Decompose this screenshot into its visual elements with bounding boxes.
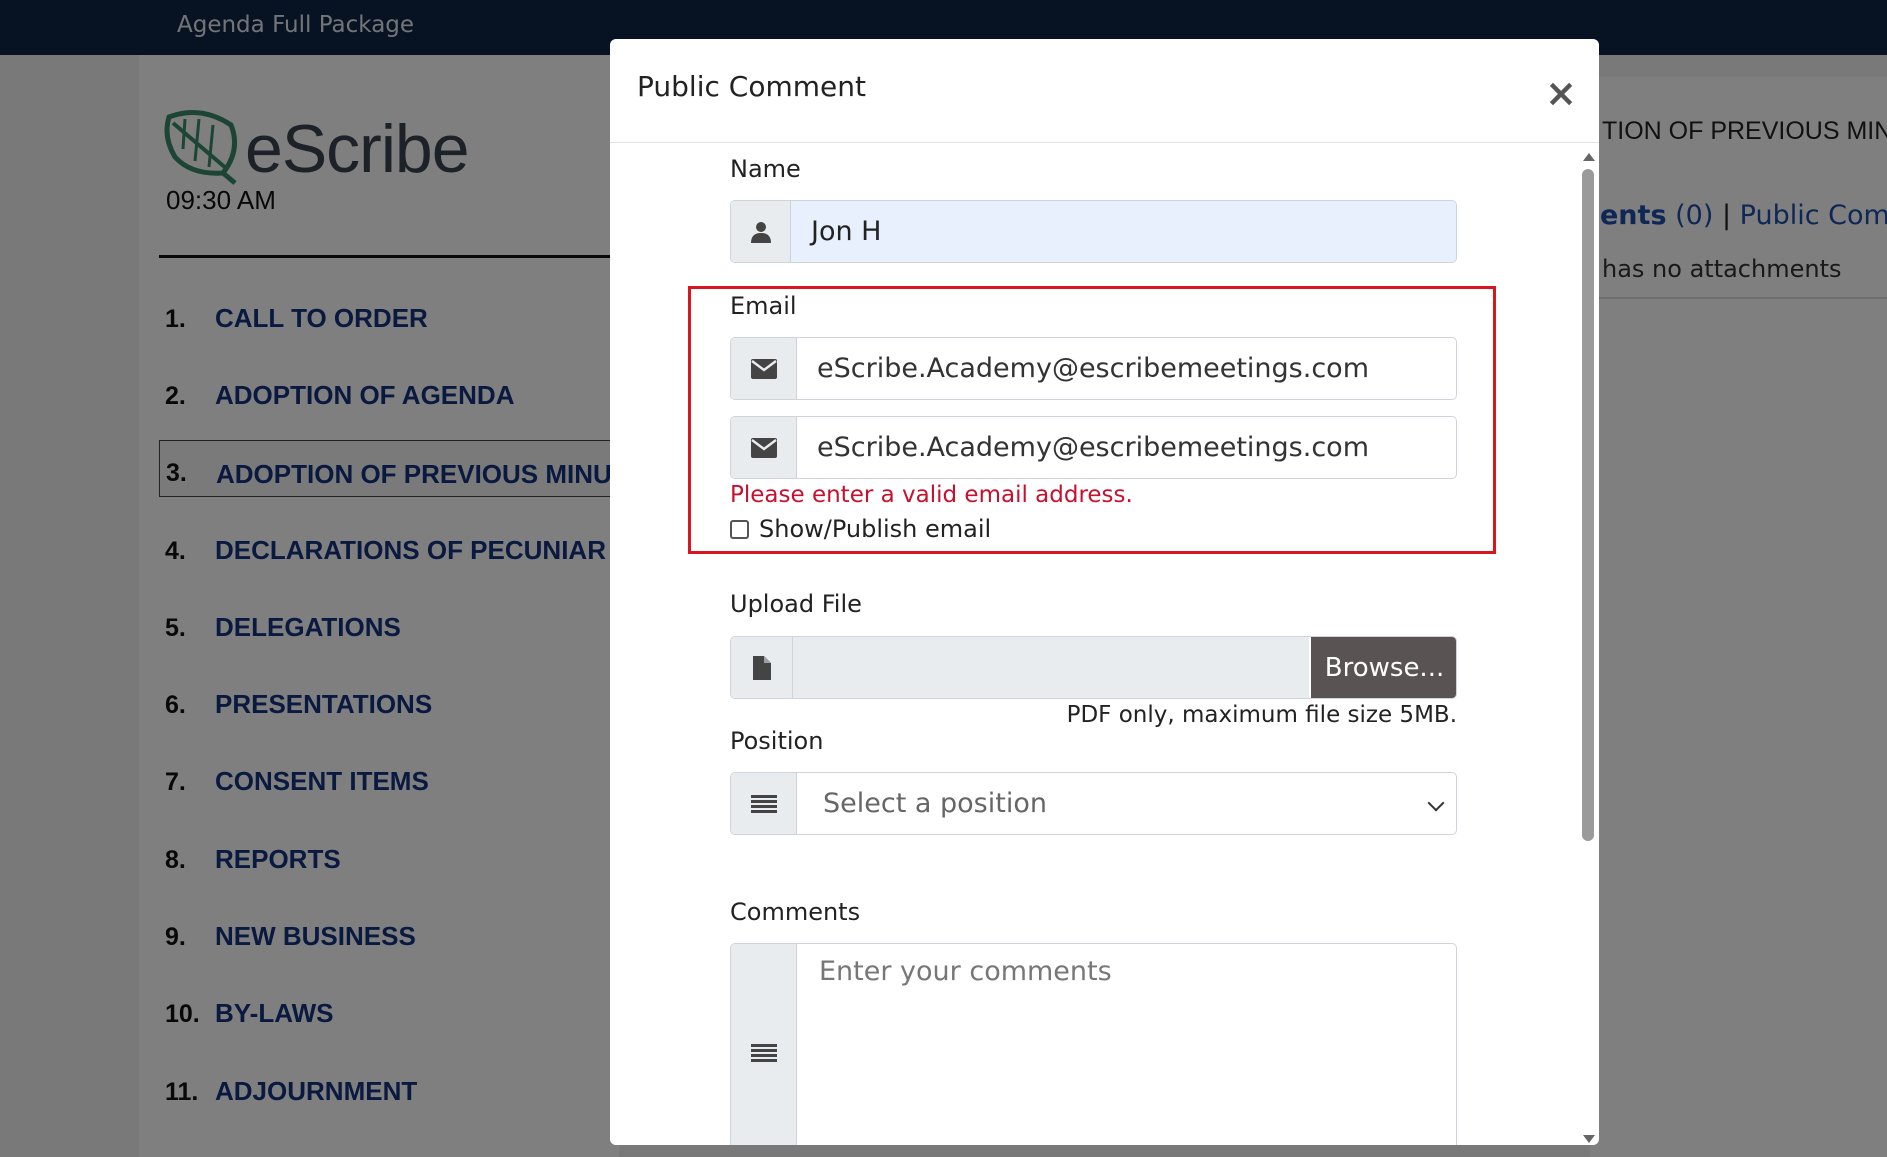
comments-textarea[interactable]: Enter your comments [819, 956, 1112, 987]
envelope-icon [731, 417, 797, 478]
email-input[interactable]: eScribe.Academy@escribemeetings.com [797, 338, 1456, 399]
comments-field[interactable]: Enter your comments [730, 943, 1457, 1145]
browse-button[interactable]: Browse... [1311, 637, 1456, 698]
list-icon [731, 944, 797, 1145]
publish-email-label[interactable]: Show/Publish email [759, 515, 991, 543]
name-field[interactable]: Jon H [730, 200, 1457, 263]
close-icon[interactable]: × [1541, 73, 1581, 113]
scrollbar-thumb[interactable] [1582, 169, 1594, 841]
scroll-down-arrow-icon[interactable] [1583, 1135, 1595, 1143]
upload-file-label: Upload File [730, 590, 862, 618]
list-icon [731, 773, 797, 834]
confirm-email-input[interactable]: eScribe.Academy@escribemeetings.com [797, 417, 1456, 478]
comments-label: Comments [730, 898, 861, 926]
confirm-email-field[interactable]: eScribe.Academy@escribemeetings.com [730, 416, 1457, 479]
file-hint: PDF only, maximum file size 5MB. [1066, 702, 1457, 728]
publish-email-checkbox[interactable] [730, 520, 749, 539]
email-error-message: Please enter a valid email address. [730, 482, 1133, 508]
envelope-icon [731, 338, 797, 399]
file-icon [731, 637, 793, 698]
scroll-up-arrow-icon[interactable] [1583, 153, 1595, 161]
public-comment-modal: Public Comment × Name Jon H Email eScrib… [610, 39, 1599, 1145]
modal-title: Public Comment [637, 70, 866, 103]
email-label: Email [730, 292, 797, 320]
upload-file-field[interactable]: Browse... [730, 636, 1457, 699]
modal-scrollbar[interactable] [1580, 153, 1596, 1143]
file-name-display[interactable] [793, 637, 1309, 698]
email-field[interactable]: eScribe.Academy@escribemeetings.com [730, 337, 1457, 400]
position-label: Position [730, 727, 824, 755]
position-select[interactable]: Select a position [730, 772, 1457, 835]
name-input[interactable]: Jon H [791, 201, 1456, 262]
name-label: Name [730, 155, 801, 183]
user-icon [731, 201, 791, 262]
position-selected-value[interactable]: Select a position [797, 773, 1456, 834]
modal-header: Public Comment × [610, 39, 1599, 143]
